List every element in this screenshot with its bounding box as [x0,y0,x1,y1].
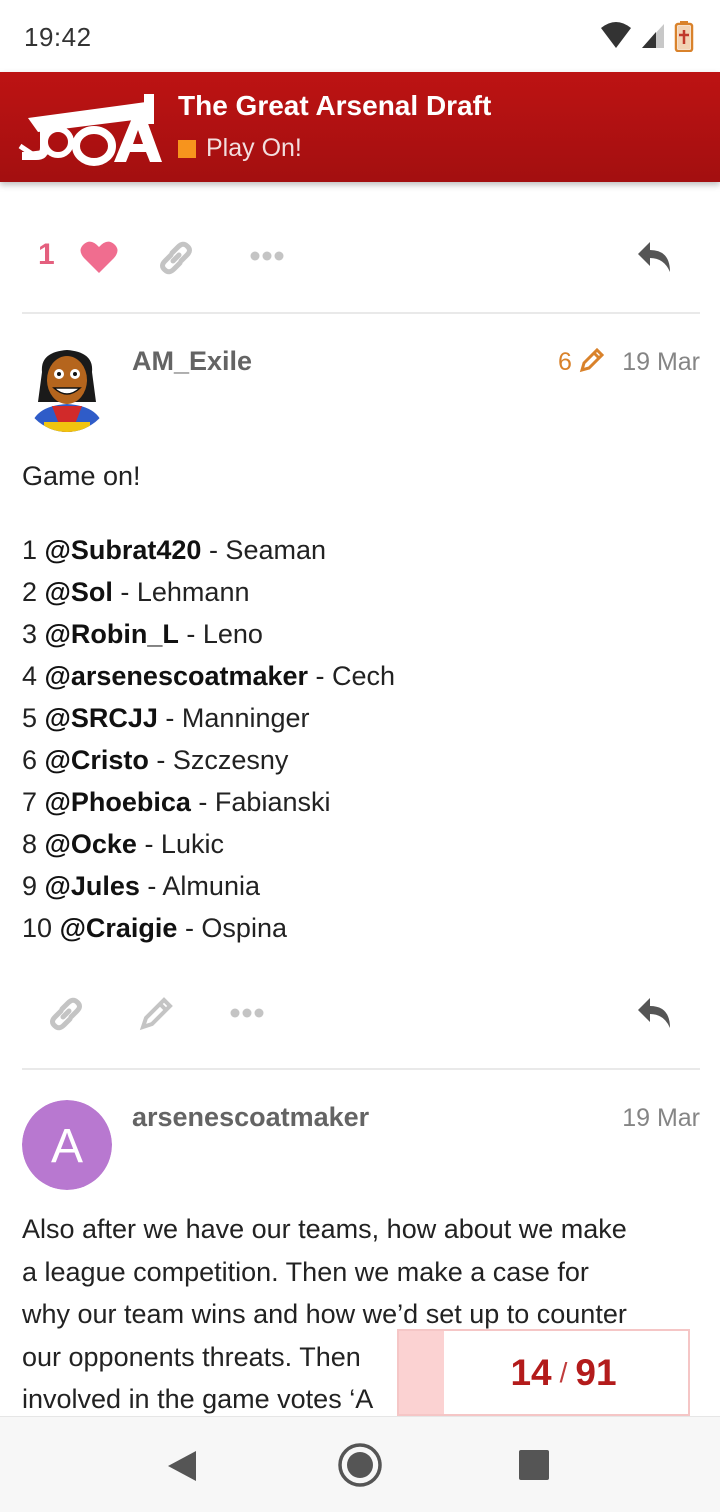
user-mention[interactable]: @Cristo [45,745,149,775]
topic-progress-fill [399,1331,444,1414]
post-intro: Game on! [22,461,141,491]
user-mention[interactable]: @Jules [45,871,140,901]
back-icon[interactable] [166,1449,198,1483]
user-mention[interactable]: @Subrat420 [45,535,202,565]
pick-line: 10 @Craigie - Ospina [22,913,287,943]
progress-separator: / [559,1356,568,1388]
status-bar: 19:42 [0,0,720,72]
wifi-icon [601,22,631,48]
svg-text:A: A [51,1120,83,1173]
user-mention[interactable]: @Craigie [60,913,178,943]
topic-progress-text: 14 / 91 [439,1331,688,1414]
pick-line: 4 @arsenescoatmaker - Cech [22,661,396,691]
link-icon[interactable] [156,238,196,278]
site-logo[interactable] [18,88,164,168]
user-mention[interactable]: @Robin_L [45,619,179,649]
category-badge[interactable]: Play On! [178,134,302,163]
user-mention[interactable]: @Sol [45,577,113,607]
total-posts: 91 [575,1351,617,1393]
pick-line: 3 @Robin_L - Leno [22,619,263,649]
pencil-icon[interactable] [578,346,606,374]
home-icon[interactable] [336,1441,384,1489]
edit-count[interactable]: 6 [558,348,572,377]
post-username[interactable]: arsenescoatmaker [132,1102,369,1133]
pick-line: 8 @Ocke - Lukic [22,829,224,859]
user-mention[interactable]: @Phoebica [45,787,191,817]
edit-icon[interactable] [138,994,176,1032]
like-count[interactable]: 1 [38,238,55,272]
pick-line: 6 @Cristo - Szczesny [22,745,289,775]
status-icons [600,20,694,52]
link-icon[interactable] [46,994,86,1034]
pick-line: 7 @Phoebica - Fabianski [22,787,331,817]
post-divider [22,312,700,314]
post-date[interactable]: 19 Mar [622,1104,700,1133]
topic-title[interactable]: The Great Arsenal Draft [178,90,491,122]
post-divider [22,1068,700,1070]
user-mention[interactable]: @SRCJJ [45,703,158,733]
post-username[interactable]: AM_Exile [132,346,252,377]
system-nav-bar [0,1416,720,1512]
current-post-number: 14 [510,1351,552,1393]
battery-icon [674,21,694,52]
topic-progress[interactable]: 14 / 91 [397,1329,690,1416]
post-text-line: Also after we have our teams, how about … [22,1214,627,1244]
reply-icon[interactable] [636,996,674,1030]
pick-line: 5 @SRCJJ - Manninger [22,703,310,733]
signal-icon [642,24,664,48]
pick-line: 9 @Jules - Almunia [22,871,260,901]
category-name: Play On! [206,134,302,162]
post-actions-am-exile [0,978,720,1048]
topic-header: The Great Arsenal Draft Play On! [0,72,720,182]
reply-icon[interactable] [636,240,674,274]
post-actions-previous: 1 [0,222,720,292]
pick-line: 2 @Sol - Lehmann [22,577,250,607]
post-body: Game on! 1 @Subrat420 - Seaman 2 @Sol - … [22,455,702,949]
user-mention[interactable]: @Ocke [45,829,137,859]
user-mention[interactable]: @arsenescoatmaker [45,661,309,691]
post-date[interactable]: 19 Mar [622,348,700,377]
post-text-line: a league competition. Then we make a cas… [22,1256,589,1287]
category-color-square [178,139,196,158]
heart-icon[interactable] [80,240,118,274]
avatar[interactable] [22,342,112,432]
more-icon[interactable] [230,1007,264,1019]
status-time: 19:42 [24,22,92,52]
recents-icon[interactable] [518,1449,550,1481]
avatar-caricature-icon [22,342,112,432]
more-icon[interactable] [250,250,284,262]
avatar[interactable]: A [22,1100,112,1190]
pick-line: 1 @Subrat420 - Seaman [22,535,326,565]
letter-avatar-icon: A [22,1100,112,1190]
